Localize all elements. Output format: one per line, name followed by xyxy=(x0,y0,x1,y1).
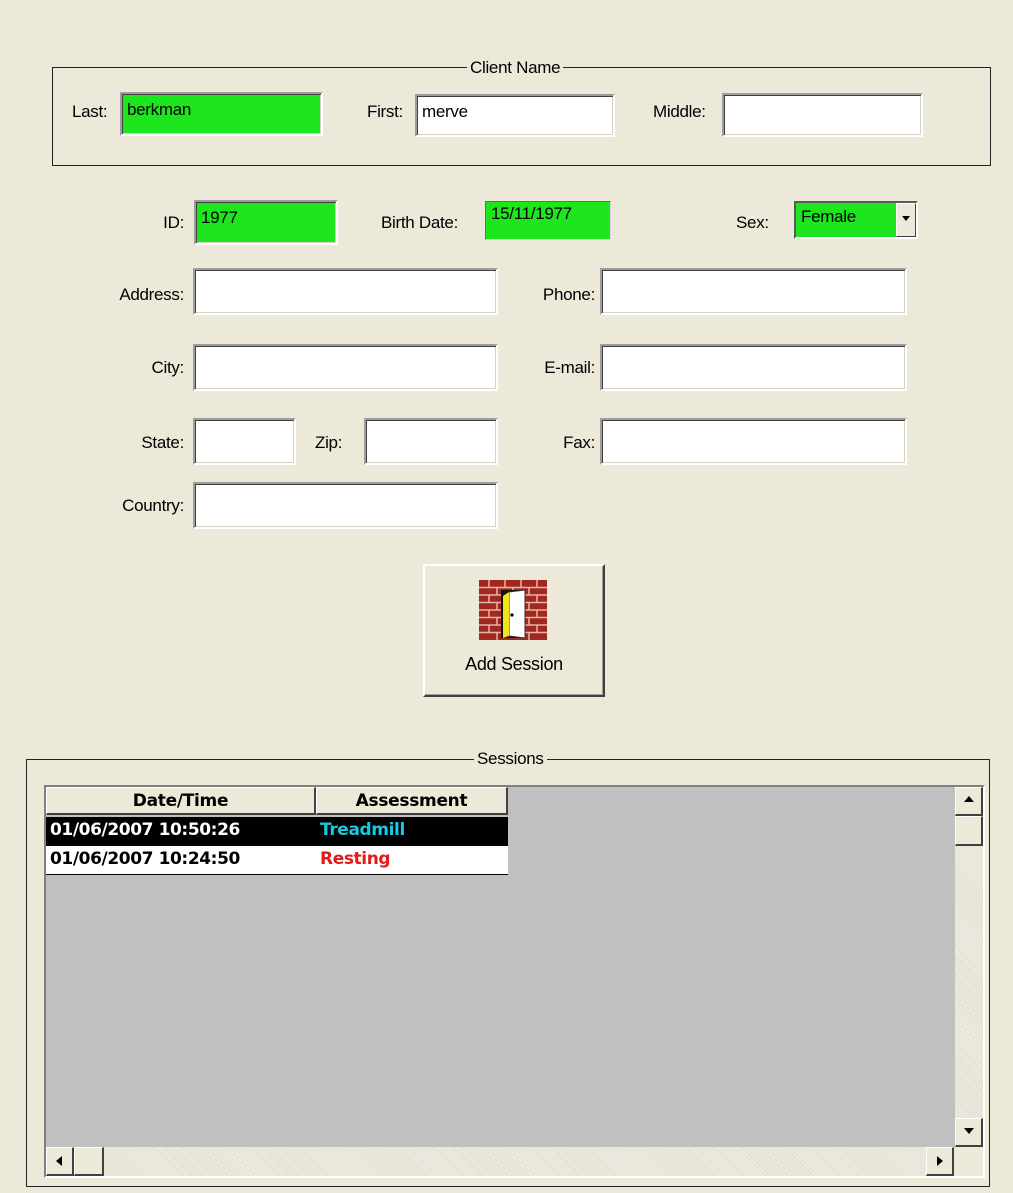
id-field[interactable]: 1977 xyxy=(194,200,338,245)
id-label: ID: xyxy=(163,213,184,232)
birth-date-label: Birth Date: xyxy=(381,213,459,232)
middle-name-field[interactable] xyxy=(722,93,923,137)
sessions-legend: Sessions xyxy=(474,749,547,769)
first-name-field[interactable]: merve xyxy=(415,94,615,137)
session-assessment: Treadmill xyxy=(320,820,405,840)
session-row[interactable]: 01/06/2007 10:50:26 Treadmill xyxy=(46,817,508,846)
first-label: First: xyxy=(367,102,403,121)
sex-dropdown-button[interactable] xyxy=(896,203,916,237)
arrow-up-icon xyxy=(964,796,974,802)
phone-label: Phone: xyxy=(542,285,595,304)
zip-field[interactable] xyxy=(364,418,498,465)
sessions-list[interactable]: Date/Time Assessment 01/06/2007 10:50:26… xyxy=(44,785,985,1178)
address-field[interactable] xyxy=(193,268,498,315)
vertical-scrollbar[interactable] xyxy=(955,787,983,1147)
address-label: Address: xyxy=(119,285,184,304)
chevron-down-icon xyxy=(902,216,910,221)
scroll-left-button[interactable] xyxy=(46,1147,74,1176)
zip-label: Zip: xyxy=(315,433,343,452)
email-label: E-mail: xyxy=(544,358,595,377)
last-name-field[interactable]: berkman xyxy=(120,92,323,136)
middle-label: Middle: xyxy=(653,102,706,121)
add-session-label: Add Session xyxy=(465,654,563,674)
scroll-down-button[interactable] xyxy=(955,1118,983,1147)
vertical-scroll-thumb[interactable] xyxy=(955,816,983,846)
scroll-up-button[interactable] xyxy=(955,787,983,816)
scroll-right-button[interactable] xyxy=(926,1147,954,1176)
last-label: Last: xyxy=(72,102,108,121)
session-assessment: Resting xyxy=(320,849,391,869)
sex-select[interactable]: Female xyxy=(794,201,918,239)
arrow-down-icon xyxy=(964,1128,974,1134)
state-field[interactable] xyxy=(193,418,296,465)
country-field[interactable] xyxy=(193,482,498,529)
session-row[interactable]: 01/06/2007 10:24:50 Resting xyxy=(46,846,508,875)
add-session-button[interactable]: Add Session xyxy=(423,564,605,697)
horizontal-scrollbar[interactable] xyxy=(46,1147,954,1176)
column-header-assessment[interactable]: Assessment xyxy=(316,787,508,815)
fax-field[interactable] xyxy=(600,418,907,465)
birth-date-field[interactable]: 15/11/1977 xyxy=(485,201,611,240)
column-header-datetime[interactable]: Date/Time xyxy=(46,787,316,815)
horizontal-scroll-thumb[interactable] xyxy=(74,1147,104,1176)
arrow-right-icon xyxy=(937,1156,943,1166)
sex-label: Sex: xyxy=(736,213,769,232)
client-name-legend: Client Name xyxy=(467,58,564,78)
sex-select-value: Female xyxy=(801,207,856,226)
door-exit-icon xyxy=(479,580,547,640)
fax-label: Fax: xyxy=(563,433,595,452)
city-field[interactable] xyxy=(193,344,498,391)
country-label: Country: xyxy=(122,496,184,515)
email-field[interactable] xyxy=(600,344,907,391)
state-label: State: xyxy=(141,433,184,452)
phone-field[interactable] xyxy=(600,268,907,315)
session-datetime: 01/06/2007 10:50:26 xyxy=(50,820,240,840)
session-datetime: 01/06/2007 10:24:50 xyxy=(50,849,240,869)
arrow-left-icon xyxy=(56,1156,62,1166)
scrollbar-corner xyxy=(954,1147,983,1176)
city-label: City: xyxy=(151,358,184,377)
